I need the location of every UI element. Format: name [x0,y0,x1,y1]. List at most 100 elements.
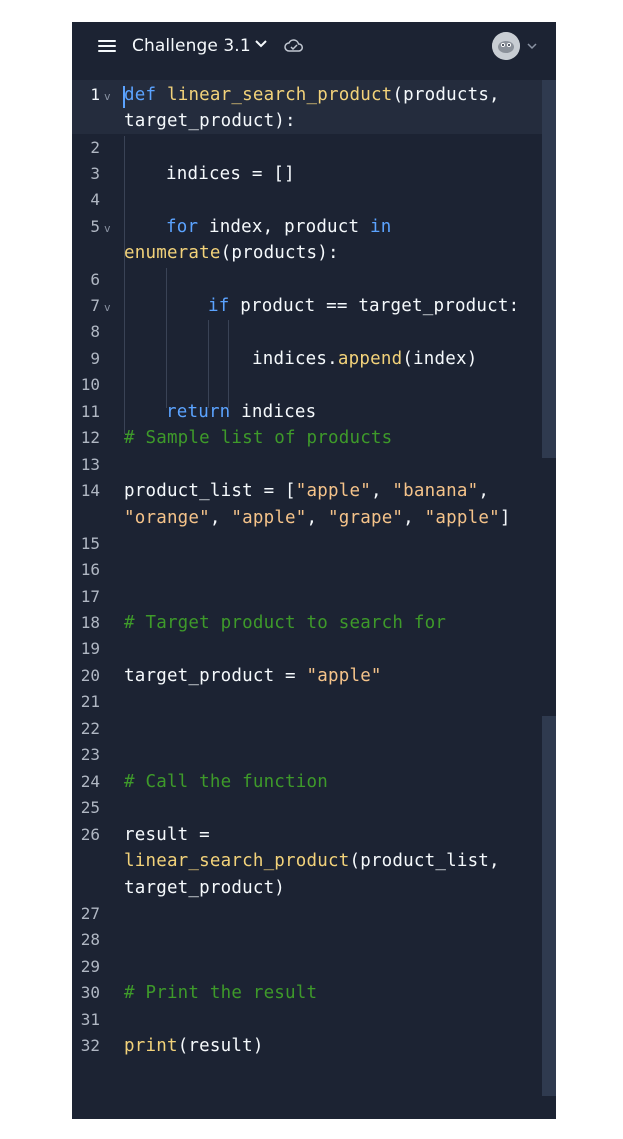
code-string: "orange" [124,508,210,528]
code-text: product_list = [ [124,481,296,501]
line-number: 24 [80,772,100,791]
line-number: 4 [90,190,100,209]
code-function: linear_search_product [166,85,393,105]
line-number: 5 [90,217,100,236]
code-function: append [337,349,403,369]
code-text: (product_list, [349,851,500,871]
code-text: (products, [392,85,500,105]
code-line[interactable]: # Print the result [124,983,317,1003]
code-line-wrap[interactable]: enumerate(products): [124,243,339,263]
code-function: enumerate [124,243,221,263]
line-number: 29 [80,957,100,976]
code-comment: # Sample list of products [124,428,393,448]
code-line[interactable]: result = [124,825,210,845]
line-number: 2 [90,138,100,157]
chevron-down-icon[interactable] [527,42,537,50]
code-editor[interactable]: 1 v 2 3 4 5 v 6 7 v 8 9 10 11 12 13 14 1… [72,80,556,1119]
code-line[interactable]: if product == target_product: [208,296,519,316]
line-number: 26 [80,825,100,844]
code-editor-app: Challenge 3.1 1 v 2 3 4 5 v 6 7 v 8 9 10… [72,22,556,1119]
code-text: , [306,508,329,528]
code-keyword: return [166,402,231,422]
line-number: 27 [80,904,100,923]
code-keyword: in [370,217,392,237]
code-string: "apple" [231,508,307,528]
indent-guide [228,320,229,408]
fold-chevron-icon[interactable]: v [104,90,111,103]
cloud-check-icon[interactable] [284,38,304,54]
line-number: 31 [80,1010,100,1029]
code-line[interactable]: print(result) [124,1036,264,1056]
chevron-down-icon[interactable] [254,39,268,49]
code-keyword: def [124,85,157,105]
code-line-wrap[interactable]: target_product) [124,878,285,898]
scrollbar-thumb[interactable] [542,80,556,458]
line-number: 13 [80,455,100,474]
code-function: print [124,1036,178,1056]
line-number: 11 [80,402,100,421]
code-text: indices = [] [166,164,295,184]
code-line[interactable]: for index, product in [166,217,391,237]
line-number: 22 [80,719,100,738]
code-comment: # Target product to search for [124,613,447,633]
code-line[interactable]: def linear_search_product(products, [124,85,500,105]
scrollbar-thumb[interactable] [542,716,556,1096]
code-text: , [370,481,393,501]
code-text: product == target_product: [229,296,520,316]
code-text: (products): [220,243,339,263]
indent-guide [124,136,125,434]
code-string: "banana" [392,481,479,501]
code-text: index, product [198,217,370,237]
code-keyword: if [208,296,230,316]
code-line[interactable]: # Target product to search for [124,613,446,633]
line-number: 7 [90,296,100,315]
code-line-wrap[interactable]: linear_search_product(product_list, [124,851,500,871]
line-number: 30 [80,983,100,1002]
code-text: result = [124,825,210,845]
indent-guide [208,320,209,408]
code-text: , [478,481,490,501]
line-number: 1 [90,85,100,104]
file-title[interactable]: Challenge 3.1 [132,36,251,56]
code-text: , [403,508,425,528]
code-text: (index) [402,349,478,369]
code-line[interactable]: # Call the function [124,772,328,792]
user-avatar[interactable] [492,32,520,60]
line-number: 10 [80,375,100,394]
code-line[interactable]: product_list = ["apple", "banana", [124,481,489,501]
line-number: 8 [90,322,100,341]
line-number: 15 [80,534,100,553]
code-string: "apple" [295,481,371,501]
line-number: 16 [80,560,100,579]
indent-guide [166,268,167,408]
code-text: (result) [177,1036,264,1056]
code-line[interactable]: indices.append(index) [252,349,477,369]
code-keyword: for [166,217,199,237]
line-number: 20 [80,666,100,685]
code-text: target_product = [124,666,307,686]
fold-chevron-icon[interactable]: v [104,301,111,314]
top-bar: Challenge 3.1 [72,22,556,72]
fold-chevron-icon[interactable]: v [104,222,111,235]
code-line[interactable]: indices = [] [166,164,295,184]
code-line[interactable]: # Sample list of products [124,428,392,448]
code-text: target_product): [124,111,296,131]
line-number: 3 [90,164,100,183]
code-text: , [209,508,232,528]
code-line-wrap[interactable]: "orange", "apple", "grape", "apple"] [124,508,511,528]
line-number: 17 [80,587,100,606]
line-number: 23 [80,745,100,764]
line-number: 28 [80,930,100,949]
code-comment: # Call the function [124,772,328,792]
code-line[interactable]: return indices [166,402,316,422]
code-comment: # Print the result [124,983,318,1003]
line-number: 9 [90,349,100,368]
code-function: linear_search_product [124,851,350,871]
hamburger-icon[interactable] [98,40,116,53]
code-string: "apple" [424,508,500,528]
code-line-wrap[interactable]: target_product): [124,111,296,131]
line-number: 12 [80,428,100,447]
code-line[interactable]: target_product = "apple" [124,666,382,686]
line-number: 19 [80,639,100,658]
line-number: 14 [80,481,100,500]
